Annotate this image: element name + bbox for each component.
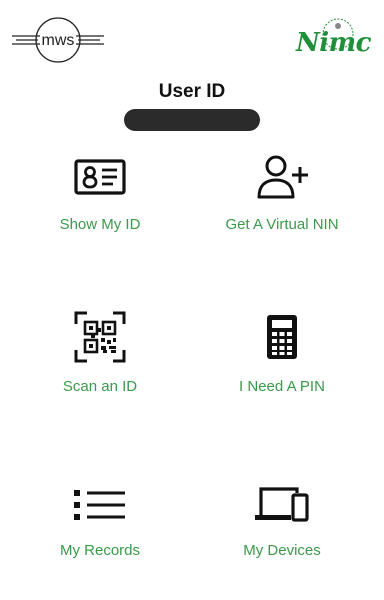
header: mws Nimc (0, 0, 384, 80)
user-id-title: User ID (158, 81, 226, 102)
i-need-a-pin-button[interactable]: I Need A PIN (192, 312, 372, 422)
devices-icon (252, 480, 312, 530)
calculator-icon (252, 312, 312, 362)
nimc-logo: Nimc (294, 14, 374, 66)
show-my-id-label: Show My ID (59, 216, 141, 233)
my-records-button[interactable]: My Records (10, 480, 190, 590)
mws-logo-text: mws (42, 32, 75, 49)
nimc-logo-text: Nimc (296, 28, 371, 58)
qr-scan-icon (70, 311, 130, 363)
i-need-a-pin-label: I Need A PIN (239, 378, 325, 395)
scan-an-id-label: Scan an ID (62, 378, 138, 395)
my-devices-button[interactable]: My Devices (192, 480, 372, 590)
id-card-icon (70, 152, 130, 202)
show-my-id-button[interactable]: Show My ID (10, 152, 190, 262)
my-devices-label: My Devices (243, 542, 321, 559)
mws-logo: mws (10, 14, 106, 66)
my-records-label: My Records (59, 542, 141, 559)
get-virtual-nin-label: Get A Virtual NIN (225, 216, 339, 233)
scan-an-id-button[interactable]: Scan an ID (10, 311, 190, 422)
list-icon (70, 480, 130, 530)
add-user-icon (252, 152, 312, 202)
user-id-value-redacted (124, 109, 260, 131)
get-virtual-nin-button[interactable]: Get A Virtual NIN (192, 152, 372, 262)
